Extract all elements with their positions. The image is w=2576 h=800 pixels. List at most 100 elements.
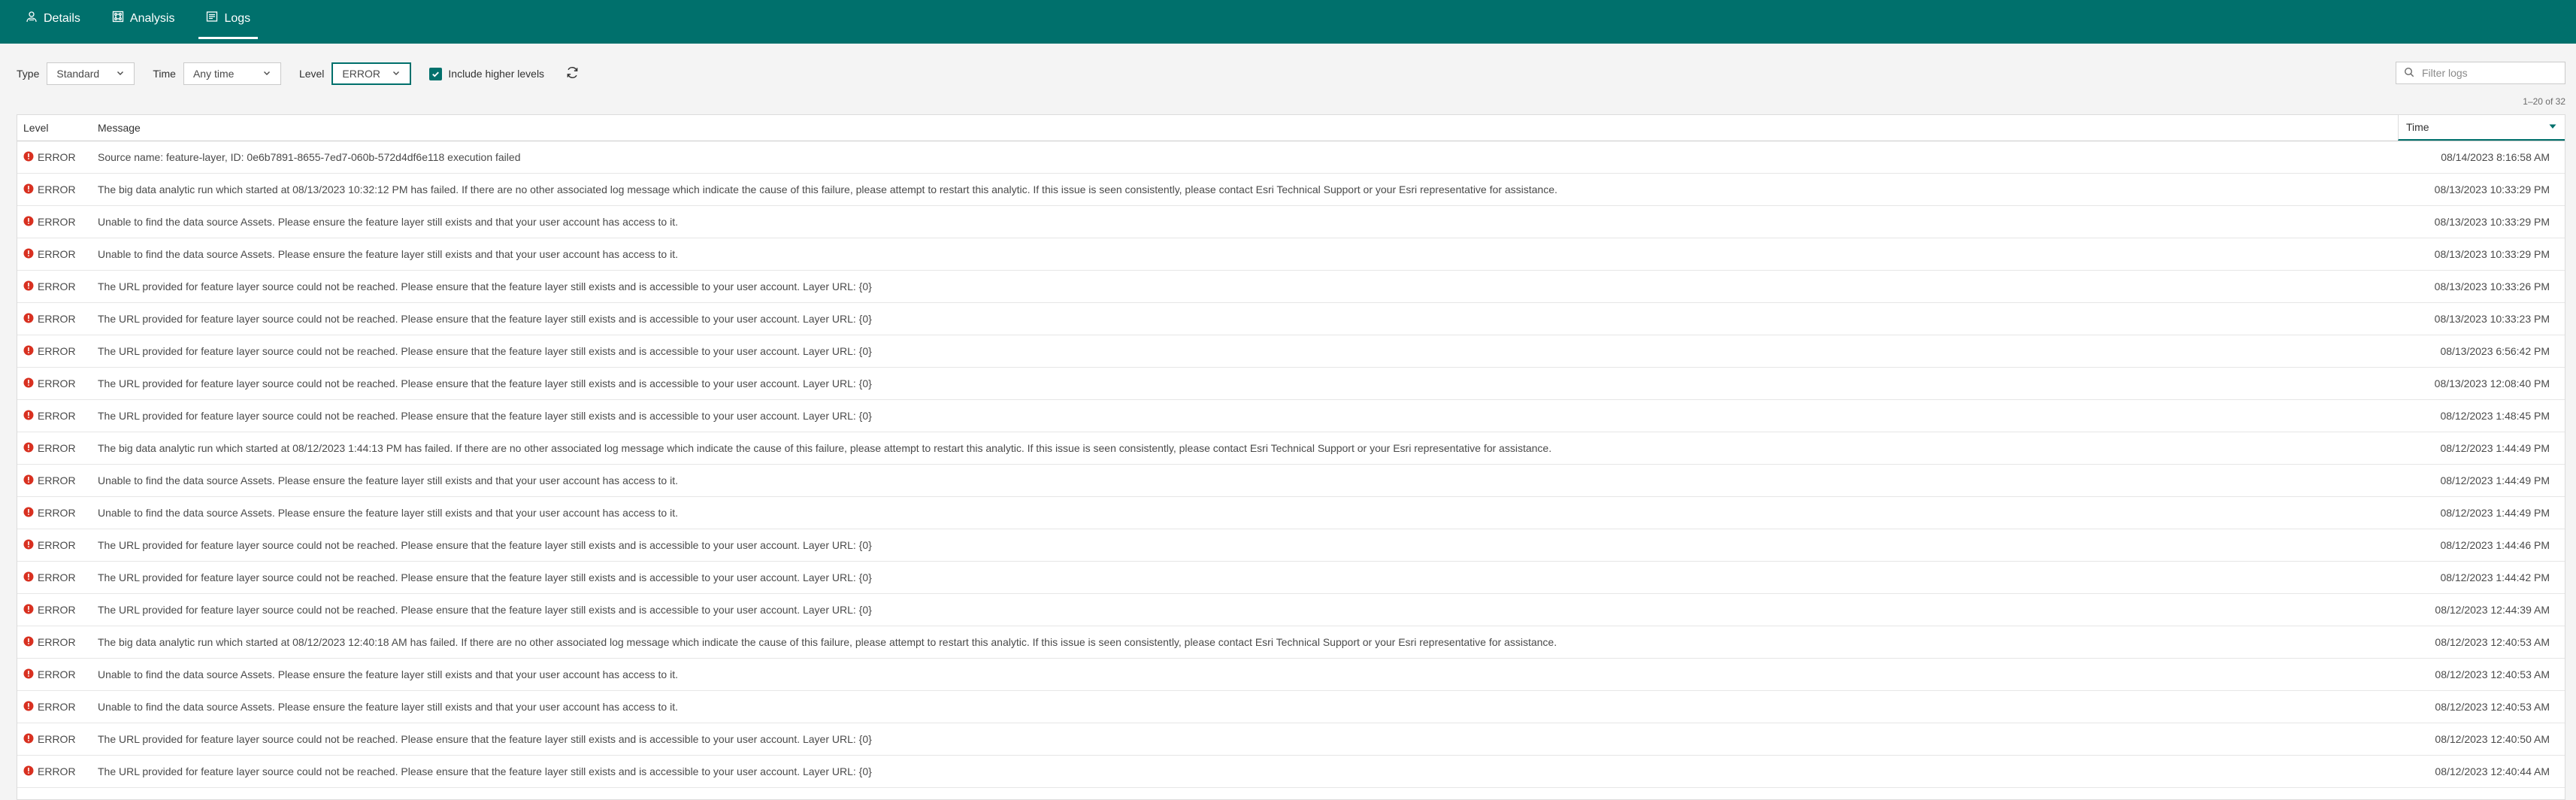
- level-cell: ERROR: [23, 474, 76, 487]
- refresh-button[interactable]: [564, 65, 580, 82]
- time-cell: 08/13/2023 10:33:29 PM: [2434, 216, 2550, 228]
- message-cell: The URL provided for feature layer sourc…: [98, 733, 872, 745]
- time-cell: 08/12/2023 12:40:50 AM: [2435, 733, 2550, 745]
- chevron-down-icon: [255, 68, 271, 80]
- message-cell: Unable to find the data source Assets. P…: [98, 507, 678, 519]
- time-cell: 08/13/2023 10:33:26 PM: [2434, 280, 2550, 292]
- column-header-time-label: Time: [2406, 121, 2429, 133]
- time-cell: 08/12/2023 1:44:46 PM: [2440, 539, 2550, 551]
- type-label: Type: [17, 68, 40, 80]
- include-higher-levels-label: Include higher levels: [448, 68, 545, 80]
- table-row[interactable]: ERROR Unable to find the data source Ass…: [17, 465, 2565, 497]
- table-header: Level Message Time: [17, 115, 2565, 141]
- error-icon: [23, 280, 34, 293]
- time-cell: 08/13/2023 6:56:42 PM: [2440, 345, 2550, 357]
- level-cell: ERROR: [23, 604, 76, 617]
- time-cell: 08/12/2023 1:44:49 PM: [2440, 442, 2550, 454]
- level-text: ERROR: [38, 313, 76, 325]
- time-label: Time: [153, 68, 176, 80]
- level-text: ERROR: [38, 183, 76, 195]
- table-row[interactable]: ERROR The URL provided for feature layer…: [17, 400, 2565, 432]
- tab-logs[interactable]: Logs: [198, 0, 259, 39]
- table-row[interactable]: ERROR Unable to find the data source Ass…: [17, 691, 2565, 723]
- message-cell: The URL provided for feature layer sourc…: [98, 604, 872, 616]
- include-higher-levels-checkbox[interactable]: [429, 67, 443, 80]
- level-cell: ERROR: [23, 345, 76, 358]
- level-text: ERROR: [38, 604, 76, 616]
- chevron-down-icon: [108, 68, 125, 80]
- table-row[interactable]: ERROR Unable to find the data source Ass…: [17, 238, 2565, 271]
- level-cell: ERROR: [23, 701, 76, 714]
- time-cell: 08/13/2023 10:33:29 PM: [2434, 248, 2550, 260]
- error-icon: [23, 507, 34, 520]
- type-select[interactable]: Standard: [47, 62, 135, 85]
- error-icon: [23, 604, 34, 617]
- level-cell: ERROR: [23, 280, 76, 293]
- level-cell: ERROR: [23, 765, 76, 778]
- table-row[interactable]: ERROR The URL provided for feature layer…: [17, 594, 2565, 626]
- message-cell: The URL provided for feature layer sourc…: [98, 377, 872, 389]
- error-icon: [23, 539, 34, 552]
- error-icon: [23, 765, 34, 778]
- level-select[interactable]: ERROR: [331, 62, 412, 85]
- table-row[interactable]: ERROR Unable to find the data source Ass…: [17, 659, 2565, 691]
- logs-icon: [206, 11, 218, 26]
- level-text: ERROR: [38, 442, 76, 454]
- level-text: ERROR: [38, 701, 76, 713]
- time-cell: 08/13/2023 10:33:23 PM: [2434, 313, 2550, 325]
- column-header-message[interactable]: Message: [98, 122, 141, 134]
- error-icon: [23, 733, 34, 746]
- chevron-down-icon: [384, 68, 401, 80]
- time-cell: 08/13/2023 10:33:29 PM: [2434, 183, 2550, 195]
- level-cell: ERROR: [23, 442, 76, 455]
- analysis-icon: [112, 11, 124, 26]
- level-cell: ERROR: [23, 183, 76, 196]
- table-row[interactable]: ERROR The URL provided for feature layer…: [17, 529, 2565, 562]
- column-header-time[interactable]: Time: [2398, 115, 2565, 141]
- table-row[interactable]: ERROR The URL provided for feature layer…: [17, 335, 2565, 368]
- error-icon: [23, 410, 34, 423]
- level-text: ERROR: [38, 280, 76, 292]
- level-label: Level: [298, 68, 325, 80]
- table-row[interactable]: ERROR The URL provided for feature layer…: [17, 723, 2565, 756]
- tab-analysis-label: Analysis: [129, 11, 175, 25]
- column-header-level[interactable]: Level: [23, 122, 48, 134]
- table-row[interactable]: ERROR The big data analytic run which st…: [17, 626, 2565, 659]
- error-icon: [23, 474, 34, 487]
- level-text: ERROR: [38, 151, 76, 163]
- level-select-value: ERROR: [342, 68, 380, 80]
- level-text: ERROR: [38, 410, 76, 422]
- message-cell: Source name: feature-layer, ID: 0e6b7891…: [98, 151, 521, 163]
- table-row[interactable]: ERROR The URL provided for feature layer…: [17, 303, 2565, 335]
- filter-logs-input[interactable]: [2422, 67, 2557, 79]
- level-text: ERROR: [38, 216, 76, 228]
- time-cell: 08/12/2023 12:44:39 AM: [2435, 604, 2550, 616]
- tab-analysis[interactable]: Analysis: [104, 0, 183, 39]
- table-row[interactable]: ERROR Unable to find the data source Ass…: [17, 206, 2565, 238]
- table-row[interactable]: ERROR The big data analytic run which st…: [17, 432, 2565, 465]
- message-cell: Unable to find the data source Assets. P…: [98, 668, 678, 680]
- message-cell: The URL provided for feature layer sourc…: [98, 765, 872, 777]
- top-nav-bar: Details Analysis Logs: [0, 0, 2576, 44]
- table-row[interactable]: ERROR The URL provided for feature layer…: [17, 562, 2565, 594]
- table-row[interactable]: ERROR The URL provided for feature layer…: [17, 271, 2565, 303]
- refresh-icon: [565, 65, 580, 82]
- table-row[interactable]: ERROR Source name: feature-layer, ID: 0e…: [17, 141, 2565, 174]
- tab-details[interactable]: Details: [18, 0, 88, 39]
- table-row[interactable]: ERROR Unable to find the data source Ass…: [17, 497, 2565, 529]
- message-cell: Unable to find the data source Assets. P…: [98, 216, 678, 228]
- time-cell: 08/12/2023 1:44:49 PM: [2440, 507, 2550, 519]
- table-row[interactable]: ERROR The URL provided for feature layer…: [17, 368, 2565, 400]
- pagination-count: 1–20 of 32: [2523, 96, 2565, 107]
- level-text: ERROR: [38, 571, 76, 583]
- error-icon: [23, 216, 34, 229]
- table-row[interactable]: ERROR The URL provided for feature layer…: [17, 756, 2565, 788]
- message-cell: The URL provided for feature layer sourc…: [98, 313, 872, 325]
- time-select[interactable]: Any time: [183, 62, 281, 85]
- message-cell: The big data analytic run which started …: [98, 442, 1552, 454]
- level-cell: ERROR: [23, 539, 76, 552]
- table-row[interactable]: ERROR The big data analytic run which st…: [17, 174, 2565, 206]
- details-icon: [26, 11, 38, 26]
- level-text: ERROR: [38, 765, 76, 777]
- message-cell: The big data analytic run which started …: [98, 183, 1557, 195]
